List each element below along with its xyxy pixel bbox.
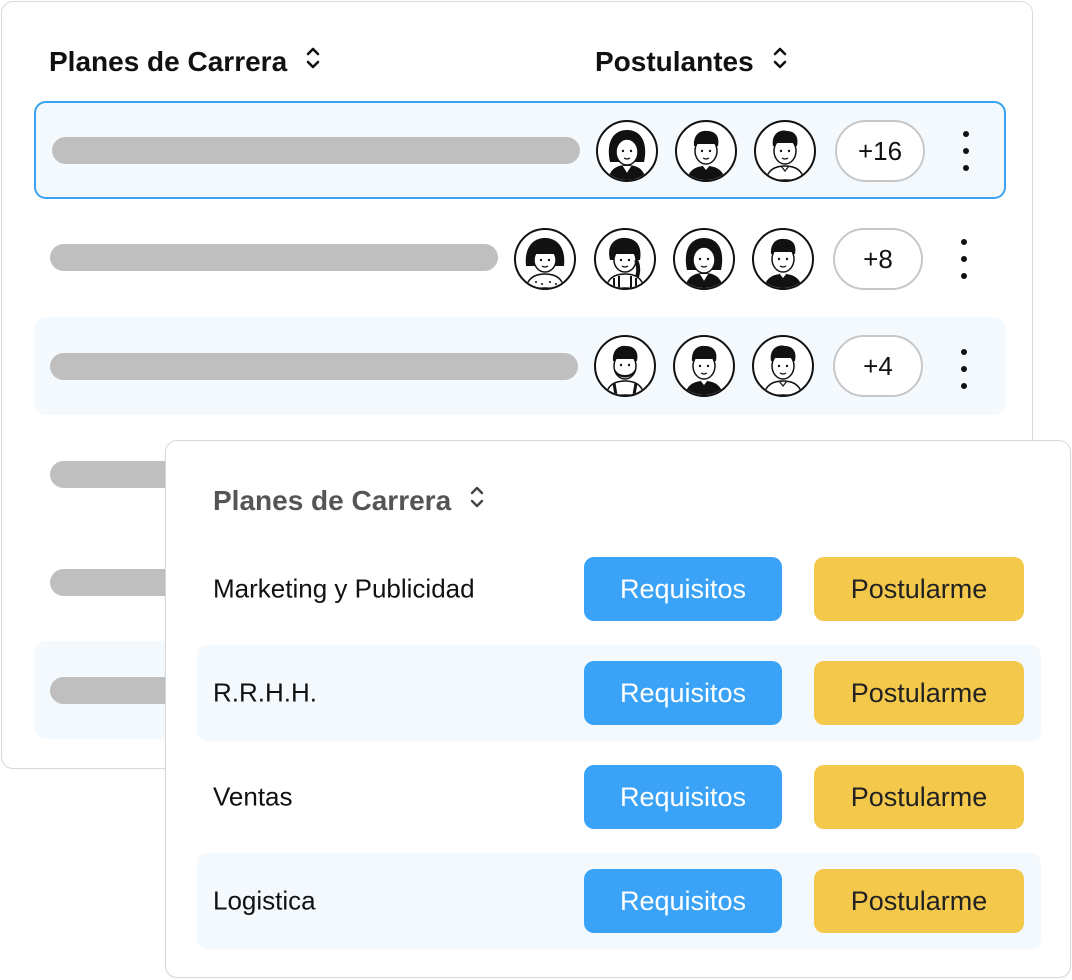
placeholder-text-bar [50,244,498,271]
apply-button[interactable]: Postularme [814,661,1024,725]
apply-button[interactable]: Postularme [814,557,1024,621]
career-plan-row: Ventas Requisitos Postularme [197,749,1041,845]
avatar-woman-icon [514,228,576,290]
table-row[interactable]: +4 [34,317,1006,415]
column-header-plans[interactable]: Planes de Carrera [49,44,321,79]
avatar-woman-icon [673,228,735,290]
column-header-plans-label: Planes de Carrera [49,45,288,77]
sort-icon[interactable] [305,44,321,79]
avatar-man-icon [752,228,814,290]
avatar-man-icon [752,335,814,397]
career-plans-card: Planes de Carrera Marketing y Publicidad… [165,440,1071,978]
avatar-woman-icon [596,120,658,182]
career-plan-name: Marketing y Publicidad [213,573,475,604]
career-plans-header[interactable]: Planes de Carrera [213,483,485,518]
sort-icon[interactable] [772,44,788,79]
placeholder-text-bar [50,353,578,380]
avatar-man-icon [675,120,737,182]
table-row[interactable]: +8 [34,209,1006,307]
requirements-button[interactable]: Requisitos [584,869,782,933]
avatar-woman-icon [594,228,656,290]
career-plan-name: Ventas [213,781,293,812]
career-plan-row: R.R.H.H. Requisitos Postularme [197,645,1041,741]
career-plans-title: Planes de Carrera [213,484,452,516]
more-applicants-badge[interactable]: +16 [835,120,925,182]
requirements-button[interactable]: Requisitos [584,557,782,621]
more-applicants-badge[interactable]: +8 [833,228,923,290]
table-row[interactable]: +16 [34,101,1006,199]
kebab-menu-icon[interactable] [956,131,976,171]
avatar-bearded-man-icon [594,335,656,397]
column-header-applicants-label: Postulantes [595,45,754,77]
requirements-button[interactable]: Requisitos [584,765,782,829]
career-plan-row: Logistica Requisitos Postularme [197,853,1041,949]
career-plan-row: Marketing y Publicidad Requisitos Postul… [197,541,1041,637]
kebab-menu-icon[interactable] [954,349,974,389]
avatar-man-icon [754,120,816,182]
requirements-button[interactable]: Requisitos [584,661,782,725]
career-plan-name: R.R.H.H. [213,677,317,708]
apply-button[interactable]: Postularme [814,869,1024,933]
career-plan-name: Logistica [213,885,316,916]
avatar-man-icon [673,335,735,397]
apply-button[interactable]: Postularme [814,765,1024,829]
column-header-applicants[interactable]: Postulantes [595,44,788,79]
more-applicants-badge[interactable]: +4 [833,335,923,397]
sort-icon[interactable] [469,483,485,518]
kebab-menu-icon[interactable] [954,239,974,279]
placeholder-text-bar [52,137,580,164]
